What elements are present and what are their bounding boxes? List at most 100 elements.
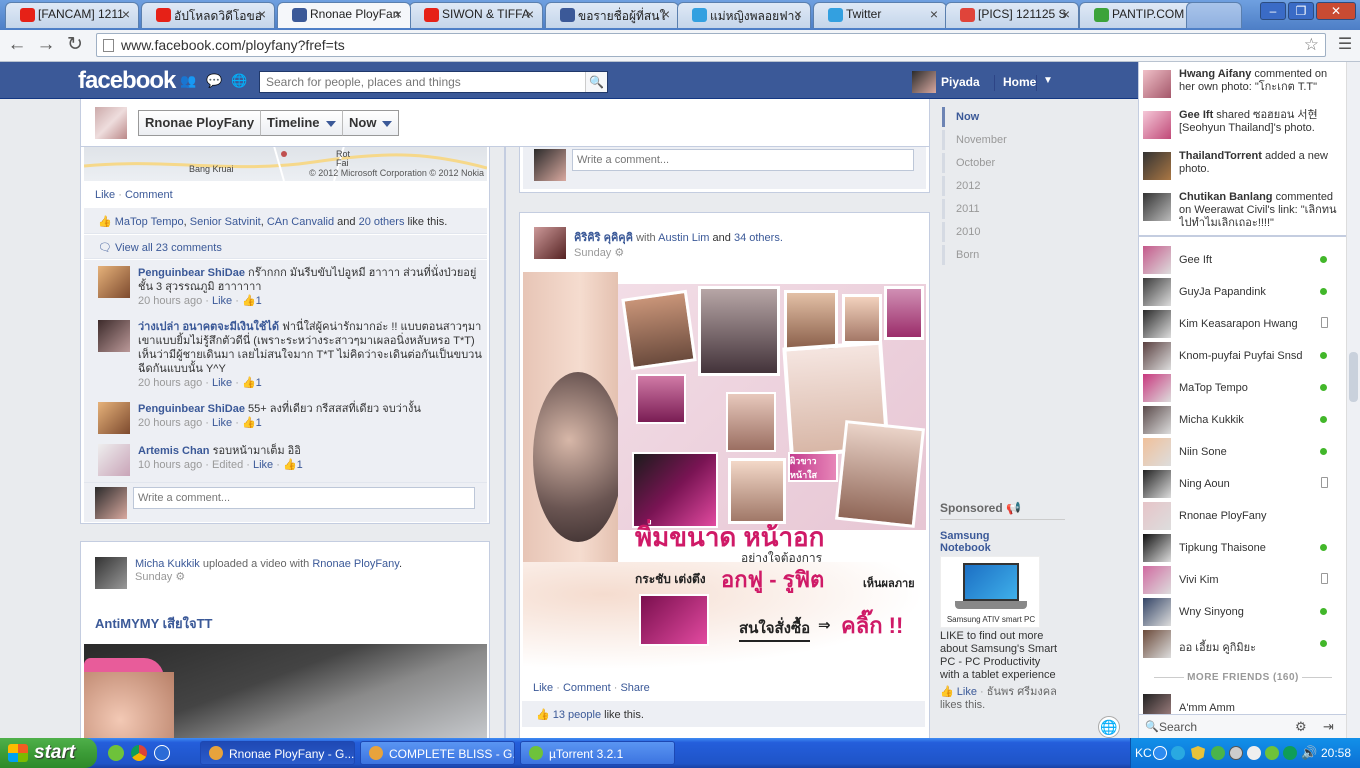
utorrent-tray-icon[interactable]	[1265, 746, 1279, 760]
search-input[interactable]: Search for people, places and things 🔍	[259, 71, 608, 93]
avatar[interactable]	[95, 107, 127, 139]
home-link[interactable]: Home	[994, 75, 1036, 91]
close-tab-icon[interactable]: ×	[794, 6, 802, 22]
globe-icon[interactable]: 🌐	[1098, 716, 1120, 738]
chat-friend-item[interactable]: MaTop Tempo	[1143, 374, 1343, 402]
video-thumbnail[interactable]	[84, 644, 487, 739]
comment-time[interactable]: 20 hours ago	[138, 295, 202, 307]
tray-icon[interactable]	[1211, 746, 1225, 760]
browser-tab[interactable]: แม่หญิงพลอยฟาง ×	[677, 2, 811, 28]
browser-tab[interactable]: [FANCAM] 1211 ×	[5, 2, 139, 28]
comment-author[interactable]: Penguinbear ShiDae	[138, 267, 245, 279]
timeline-nav-item[interactable]: October	[942, 153, 1022, 173]
ad-image[interactable]: Samsung ATIV smart PC	[940, 556, 1040, 628]
avatar[interactable]	[98, 266, 130, 298]
video-title[interactable]: AntiMYMY เสียใจTT	[95, 613, 213, 634]
timeline-nav-item[interactable]: 2011	[942, 199, 1022, 219]
like-link[interactable]: Like	[533, 682, 553, 694]
liker-link[interactable]: MaTop Tempo	[115, 216, 184, 228]
ad-liker[interactable]: ธันพร ศรีมงคล	[987, 686, 1057, 698]
close-tab-icon[interactable]: ×	[258, 6, 266, 22]
close-tab-icon[interactable]: ×	[930, 6, 938, 22]
ticker-item[interactable]: Hwang Aifany commented on her own photo:…	[1143, 68, 1343, 106]
chat-friend-item[interactable]: A'mm Amm	[1143, 694, 1343, 714]
comment-author[interactable]: Penguinbear ShiDae	[138, 403, 245, 415]
timeline-nav-item[interactable]: Born	[942, 245, 1022, 265]
chat-friend-item[interactable]: Niin Sone	[1143, 438, 1343, 466]
reload-icon[interactable]: ↻	[64, 34, 86, 56]
close-tab-icon[interactable]: ×	[662, 6, 670, 22]
taskbar-task[interactable]: Rnonae PloyFany - G...	[200, 741, 355, 765]
comment-author[interactable]: Artemis Chan	[138, 445, 210, 457]
post-author-link[interactable]: คิริคิริ คุคิคุคิ	[574, 232, 633, 244]
timeline-nav-item[interactable]: 2012	[942, 176, 1022, 196]
chat-friend-item[interactable]: Rnonae PloyFany	[1143, 502, 1343, 530]
close-tab-icon[interactable]: ×	[122, 6, 130, 22]
comment-time[interactable]: 20 hours ago	[138, 377, 202, 389]
shield-icon[interactable]	[1191, 746, 1205, 760]
avatar[interactable]	[534, 227, 566, 259]
comment-like-count[interactable]: 1	[256, 377, 262, 389]
avatar[interactable]	[98, 320, 130, 352]
timeline-nav-item[interactable]: November	[942, 130, 1022, 150]
ad-collage-photo[interactable]: ผิวขาว หน้าใส พิ่มขนาด หน้าอก อย่างใจต้อ…	[523, 272, 926, 670]
write-comment-input[interactable]: Write a comment...	[133, 487, 475, 509]
comment-time[interactable]: 20 hours ago	[138, 417, 202, 429]
comment-link[interactable]: Comment	[563, 682, 611, 694]
menu-icon[interactable]: ☰	[1334, 34, 1356, 56]
post-time[interactable]: Sunday	[135, 571, 172, 583]
scrollbar-thumb[interactable]	[1349, 352, 1358, 402]
post-time[interactable]: Sunday	[574, 247, 611, 259]
chat-friend-item[interactable]: ออ เอี้ยม คูกิมิยะ	[1143, 630, 1343, 658]
utorrent-quicklaunch-icon[interactable]	[108, 745, 124, 761]
chat-friend-item[interactable]: Micha Kukkik	[1143, 406, 1343, 434]
close-tab-icon[interactable]: ×	[1062, 6, 1070, 22]
star-icon[interactable]: ☆	[1304, 35, 1319, 55]
search-icon[interactable]: 🔍	[585, 72, 607, 92]
browser-tab[interactable]: [PICS] 121125 S ×	[945, 2, 1079, 28]
ad-title-link[interactable]: Samsung Notebook	[940, 530, 1005, 554]
tray-icon[interactable]	[1153, 746, 1167, 760]
comment-like-link[interactable]: Like	[212, 417, 232, 429]
ticker-item[interactable]: Gee Ift shared ซอฮยอน 서현 [Seohyun Thaila…	[1143, 109, 1343, 147]
chrome-quicklaunch-icon[interactable]	[131, 745, 147, 761]
facebook-logo[interactable]: facebook	[78, 67, 176, 95]
notifications-icon[interactable]: 🌐	[231, 73, 247, 89]
chat-friend-item[interactable]: Knom-puyfai Puyfai Snsd	[1143, 342, 1343, 370]
minimize-icon[interactable]: –	[1260, 2, 1286, 20]
back-icon[interactable]: ←	[6, 34, 28, 56]
avatar[interactable]	[95, 557, 127, 589]
gear-icon[interactable]: ⚙	[175, 571, 185, 583]
edited-label[interactable]: Edited	[212, 459, 243, 471]
timeline-nav-item[interactable]: Now	[942, 107, 1022, 127]
friend-requests-icon[interactable]: 👥	[180, 73, 196, 89]
comment-time[interactable]: 10 hours ago	[138, 459, 202, 471]
chat-friend-item[interactable]: GuyJa Papandink	[1143, 278, 1343, 306]
chat-friend-item[interactable]: Kim Keasarapon Hwang	[1143, 310, 1343, 338]
megaphone-icon[interactable]: 📢	[1006, 501, 1021, 515]
share-link[interactable]: Share	[620, 682, 649, 694]
chat-friend-item[interactable]: Ning Aoun	[1143, 470, 1343, 498]
comment-like-count[interactable]: 1	[256, 295, 262, 307]
messenger-quicklaunch-icon[interactable]	[154, 745, 170, 761]
close-icon[interactable]: ✕	[1316, 2, 1356, 20]
close-tab-icon[interactable]: ×	[526, 6, 534, 22]
like-link[interactable]: Like	[95, 189, 115, 201]
write-comment-input[interactable]: Write a comment...	[572, 149, 914, 171]
maximize-icon[interactable]: ❐	[1288, 2, 1314, 20]
ticker-divider[interactable]	[1139, 235, 1347, 237]
address-bar[interactable]: www.facebook.com/ployfany?fref=ts ☆	[96, 33, 1326, 57]
post-author-link[interactable]: Micha Kukkik	[135, 558, 200, 570]
avatar[interactable]	[98, 402, 130, 434]
new-tab-button[interactable]	[1186, 2, 1242, 28]
ticker-item[interactable]: Chutikan Banlang commented on Weerawat C…	[1143, 191, 1343, 229]
popout-icon[interactable]: ⇥	[1323, 719, 1334, 735]
timeline-dropdown[interactable]: Timeline	[260, 110, 343, 136]
liker-link[interactable]: Senior Satvinit	[190, 216, 261, 228]
speaker-icon[interactable]: 🔊	[1301, 745, 1317, 761]
gear-icon[interactable]: ⚙	[614, 247, 624, 259]
now-dropdown[interactable]: Now	[342, 110, 400, 136]
likes-others-link[interactable]: 20 others	[359, 216, 405, 228]
comment-like-link[interactable]: Like	[212, 377, 232, 389]
timeline-nav-item[interactable]: 2010	[942, 222, 1022, 242]
